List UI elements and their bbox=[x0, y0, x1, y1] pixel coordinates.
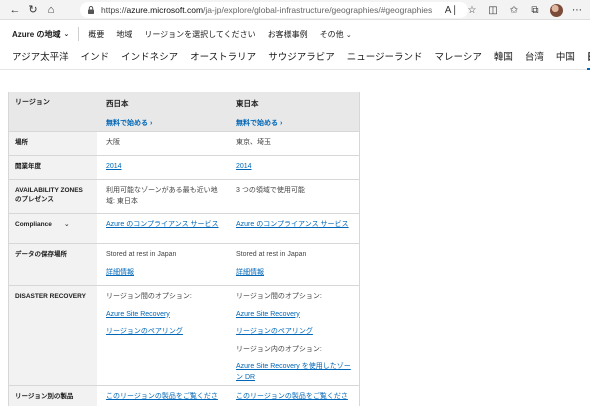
nav-more-label: その他 bbox=[319, 29, 344, 39]
read-aloud-icon[interactable]: A ∣ bbox=[442, 1, 460, 19]
browser-toolbar: ← ↻ ⌂ https://azure.microsoft.com/ja-jp/… bbox=[0, 0, 590, 20]
toolbar-icons: A ∣ ☆ ◫ ✩ ⧉ ⋯ bbox=[442, 1, 586, 19]
dr-east-heading: リージョン間のオプション: bbox=[236, 293, 322, 300]
nav-overview[interactable]: 概要 bbox=[88, 29, 104, 40]
row-label-location: 場所 bbox=[9, 132, 97, 155]
data-residency-west-link[interactable]: 詳細情報 bbox=[106, 268, 223, 279]
dr-east-heading-2: リージョン内のオプション: bbox=[236, 345, 322, 353]
avatar bbox=[549, 3, 563, 17]
location-west: 大阪 bbox=[106, 139, 120, 146]
data-residency-east-link[interactable]: 詳細情報 bbox=[236, 268, 355, 279]
tab-new-zealand[interactable]: ニュージーランド bbox=[347, 48, 423, 70]
tab-australia[interactable]: オーストラリア bbox=[190, 48, 256, 70]
favorite-star-icon[interactable]: ☆ bbox=[463, 1, 481, 19]
nav-regions[interactable]: 地域 bbox=[116, 29, 132, 40]
row-label-year: 開業年度 bbox=[9, 156, 97, 179]
dr-east-site-recovery-link[interactable]: Azure Site Recovery bbox=[236, 310, 355, 321]
nav-choose-region[interactable]: リージョンを選択してください bbox=[144, 29, 255, 40]
table-row-location: 場所 大阪 東京、埼玉 bbox=[9, 132, 359, 156]
url-prefix: https:// bbox=[101, 5, 127, 15]
row-label-compliance[interactable]: Compliance ⌄ bbox=[9, 214, 97, 243]
table-row-disaster-recovery: DISASTER RECOVERY リージョン間のオプション: Azure Si… bbox=[9, 286, 359, 386]
az-east: 3 つの領域で使用可能 bbox=[236, 187, 305, 194]
dr-east-zone-dr-link[interactable]: Azure Site Recovery を使用したゾーン DR bbox=[236, 362, 355, 383]
address-bar[interactable]: https://azure.microsoft.com/ja-jp/explor… bbox=[80, 2, 468, 18]
dr-west-pairing-link[interactable]: リージョンのペアリング bbox=[106, 327, 223, 338]
compliance-label: Compliance bbox=[15, 221, 52, 228]
data-residency-east: Stored at rest in Japan bbox=[236, 251, 307, 258]
site-header: Azure の地域 ⌄ 概要 地域 リージョンを選択してください お客様事例 そ… bbox=[0, 20, 590, 48]
table-row-data-residency: データの保存場所 Stored at rest in Japan 詳細情報 St… bbox=[9, 244, 359, 286]
tab-india[interactable]: インド bbox=[81, 48, 110, 70]
url-host: azure.microsoft.com bbox=[126, 5, 204, 15]
row-label-data-residency: データの保存場所 bbox=[9, 244, 97, 285]
tab-asia-pacific[interactable]: アジア太平洋 bbox=[12, 48, 69, 70]
table-row-compliance: Compliance ⌄ Azure のコンプライアンス サービス Azure … bbox=[9, 214, 359, 244]
dr-west-heading: リージョン間のオプション: bbox=[106, 293, 192, 300]
location-east: 東京、埼玉 bbox=[236, 139, 271, 146]
nav-customer-stories[interactable]: お客様事例 bbox=[268, 29, 308, 40]
geography-tabs: アジア太平洋 インド インドネシア オーストラリア サウジアラビア ニュージーラ… bbox=[0, 48, 590, 70]
tab-korea[interactable]: 韓国 bbox=[494, 48, 513, 70]
more-options-icon[interactable]: ⋯ bbox=[568, 1, 586, 19]
dr-west-site-recovery-link[interactable]: Azure Site Recovery bbox=[106, 310, 223, 321]
table-row-year: 開業年度 2014 2014 bbox=[9, 156, 359, 180]
region-table: リージョン 西日本 無料で始める › 東日本 無料で始める › 場所 大阪 東京… bbox=[8, 92, 360, 406]
tab-indonesia[interactable]: インドネシア bbox=[121, 48, 178, 70]
lock-icon bbox=[88, 6, 94, 14]
table-row-products: リージョン別の製品 このリージョンの製品をご覧くださ このリージョンの製品をご覧… bbox=[9, 386, 359, 406]
region-name-west: 西日本 bbox=[106, 99, 129, 108]
favorites-icon[interactable]: ✩ bbox=[505, 1, 523, 19]
nav-more[interactable]: その他 ⌄ bbox=[320, 29, 352, 40]
profile-avatar[interactable] bbox=[547, 1, 565, 19]
region-column-east: 東日本 無料で始める › bbox=[227, 92, 359, 131]
brand-label: Azure の地域 bbox=[12, 29, 61, 39]
tab-taiwan[interactable]: 台湾 bbox=[525, 48, 544, 70]
tab-china[interactable]: 中国 bbox=[556, 48, 575, 70]
split-screen-icon[interactable]: ◫ bbox=[484, 1, 502, 19]
compliance-east-link[interactable]: Azure のコンプライアンス サービス bbox=[236, 220, 355, 231]
products-east-link[interactable]: このリージョンの製品をご覧くださ bbox=[236, 392, 355, 403]
region-column-west: 西日本 無料で始める › bbox=[97, 92, 227, 131]
table-header-row: リージョン 西日本 無料で始める › 東日本 無料で始める › bbox=[9, 92, 359, 132]
back-arrow-icon[interactable]: ← bbox=[6, 1, 24, 19]
home-icon[interactable]: ⌂ bbox=[42, 1, 60, 19]
chevron-down-icon: ⌄ bbox=[63, 221, 70, 228]
chevron-down-icon: ⌄ bbox=[345, 31, 352, 39]
dr-east-pairing-link[interactable]: リージョンのペアリング bbox=[236, 327, 355, 338]
collections-icon[interactable]: ⧉ bbox=[526, 1, 544, 19]
region-header-label: リージョン bbox=[9, 92, 97, 131]
tab-malaysia[interactable]: マレーシア bbox=[435, 48, 482, 70]
region-name-east: 東日本 bbox=[236, 99, 259, 108]
divider bbox=[78, 27, 80, 41]
row-label-availability-zones: AVAILABILITY ZONES のプレゼンス bbox=[9, 180, 97, 213]
free-start-link-west[interactable]: 無料で始める › bbox=[106, 119, 223, 130]
url-path: /ja-jp/explore/global-infrastructure/geo… bbox=[203, 5, 433, 15]
year-east-link[interactable]: 2014 bbox=[236, 162, 355, 173]
data-residency-west: Stored at rest in Japan bbox=[106, 251, 177, 258]
products-west-link[interactable]: このリージョンの製品をご覧くださ bbox=[106, 392, 223, 403]
table-row-availability-zones: AVAILABILITY ZONES のプレゼンス 利用可能なゾーンがある最も近… bbox=[9, 180, 359, 214]
year-west-link[interactable]: 2014 bbox=[106, 162, 223, 173]
tab-saudi-arabia[interactable]: サウジアラビア bbox=[268, 48, 335, 70]
chevron-down-icon: ⌄ bbox=[63, 31, 70, 38]
row-label-products: リージョン別の製品 bbox=[9, 386, 97, 406]
row-label-disaster-recovery: DISASTER RECOVERY bbox=[9, 286, 97, 385]
free-start-link-east[interactable]: 無料で始める › bbox=[236, 119, 355, 130]
brand-menu[interactable]: Azure の地域 ⌄ bbox=[12, 29, 78, 40]
compliance-west-link[interactable]: Azure のコンプライアンス サービス bbox=[106, 220, 223, 231]
az-west: 利用可能なゾーンがある最も近い地域: 東日本 bbox=[106, 187, 218, 205]
reload-icon[interactable]: ↻ bbox=[24, 1, 42, 19]
